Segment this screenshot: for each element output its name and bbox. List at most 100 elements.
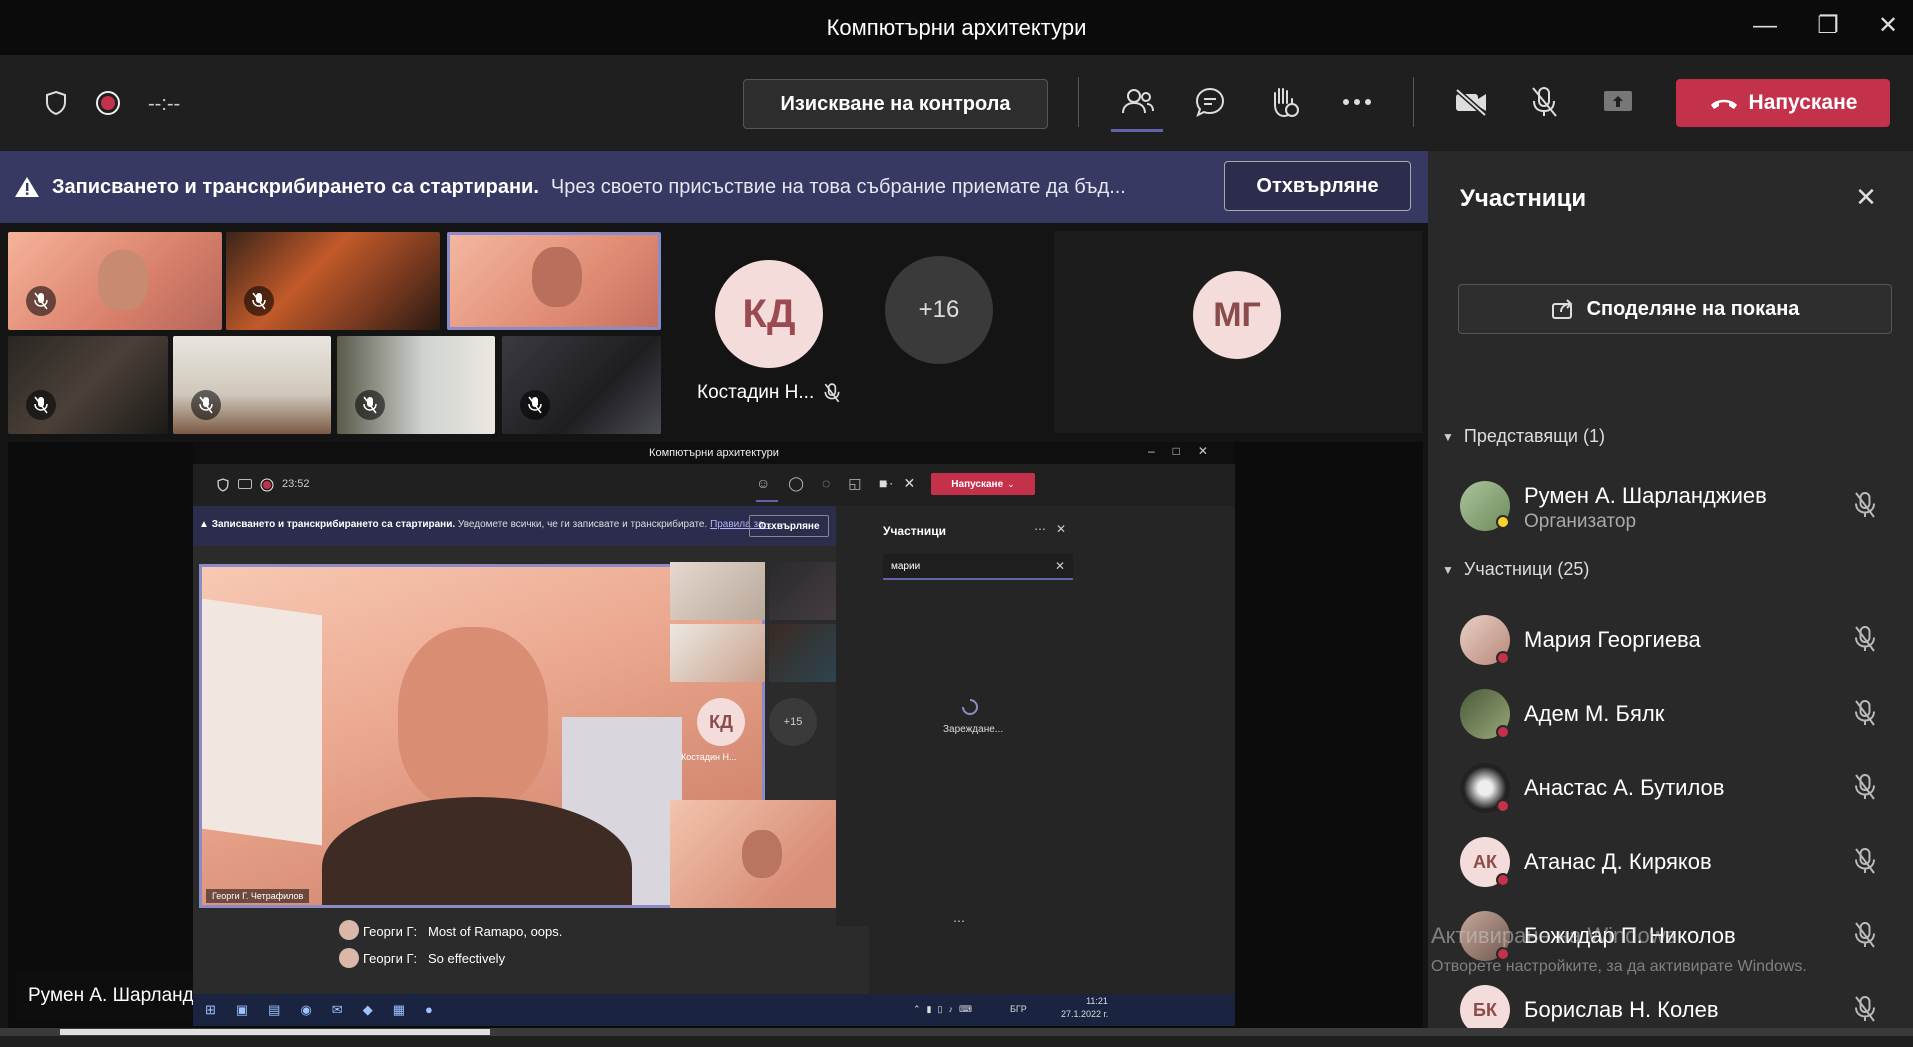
inner-window-title: Компютърни архитектури bbox=[649, 447, 779, 459]
participant-row[interactable]: Адем М. Бялк bbox=[1428, 679, 1913, 751]
close-panel-icon[interactable]: ✕ bbox=[1848, 179, 1884, 215]
video-tile[interactable] bbox=[337, 336, 495, 434]
maximize-button[interactable]: ❐ bbox=[1808, 8, 1848, 44]
participant-name: Мария Георгиева bbox=[1524, 627, 1701, 652]
inner-active-indicator bbox=[756, 500, 778, 502]
camera-off-icon[interactable] bbox=[1448, 79, 1494, 125]
banner-dismiss-button[interactable]: Отхвърляне bbox=[1224, 161, 1411, 211]
microphone-muted-icon bbox=[1855, 492, 1875, 518]
video-tile[interactable] bbox=[502, 336, 661, 434]
participant-row[interactable]: БК Борислав Н. Колев bbox=[1428, 975, 1913, 1047]
microphone-muted-icon bbox=[1855, 996, 1875, 1022]
share-invite-button[interactable]: Споделяне на покана bbox=[1458, 284, 1892, 334]
participants-section-header[interactable]: ▼ Участници (25) bbox=[1442, 559, 1589, 580]
video-tile[interactable] bbox=[173, 336, 331, 434]
shield-icon[interactable] bbox=[40, 87, 72, 119]
avatar bbox=[339, 920, 359, 940]
participants-header-label: Участници (25) bbox=[1463, 559, 1590, 579]
tray-date: 27.1.2022 г. bbox=[1061, 1009, 1109, 1019]
microphone-muted-icon bbox=[1855, 774, 1875, 800]
avatar-kd[interactable]: КД bbox=[715, 260, 823, 368]
panel-title: Участници bbox=[1460, 185, 1587, 212]
toolbar-divider bbox=[1078, 77, 1079, 127]
chat-text: Most of Ramapo, oops. bbox=[427, 924, 563, 939]
more-participants-avatar[interactable]: +16 bbox=[885, 256, 993, 364]
microphone-muted-icon bbox=[520, 390, 550, 420]
participant-name: Румен А. Шарланджиев bbox=[1524, 483, 1767, 508]
activation-watermark-text: Отворете настройките, за да активирате W… bbox=[1431, 958, 1807, 975]
presenter-face bbox=[398, 627, 548, 807]
participant-name: Атанас Д. Киряков bbox=[1524, 849, 1712, 874]
microphone-muted-icon bbox=[1855, 700, 1875, 726]
participant-row[interactable]: Анастас А. Бутилов bbox=[1428, 753, 1913, 825]
close-icon: ✕ bbox=[1055, 559, 1066, 573]
chat-sender: Георги Г: bbox=[363, 951, 418, 966]
presenters-section-header[interactable]: ▼ Представящи (1) bbox=[1442, 426, 1605, 447]
banner-bold-text: Записването и транскрибирането са старти… bbox=[52, 175, 539, 198]
chat-sender: Георги Г: bbox=[363, 924, 418, 939]
inner-kd-name: Костадин Н... bbox=[681, 752, 737, 762]
minimize-button[interactable]: — bbox=[1745, 8, 1785, 44]
avatar bbox=[339, 948, 359, 968]
recording-indicator-icon bbox=[92, 87, 124, 119]
leave-button[interactable]: Напускане bbox=[1676, 79, 1890, 127]
request-control-button[interactable]: Изискване на контрола bbox=[743, 79, 1048, 129]
video-tile[interactable] bbox=[8, 232, 222, 330]
inner-video-tile bbox=[670, 562, 765, 620]
participant-figure bbox=[98, 250, 148, 310]
taskbar-icons: ⊞▣▤◉✉◆▦● bbox=[205, 1002, 453, 1017]
video-tile-avatar[interactable]: МГ bbox=[1054, 231, 1422, 433]
chat-icon[interactable] bbox=[1187, 79, 1233, 125]
more-options-icon[interactable] bbox=[1334, 79, 1380, 125]
chevron-down-icon: ▼ bbox=[1442, 429, 1454, 444]
inner-toolbar: 23:52 ☺◯◌◱⋯ ■✕▣ Напускане ⌄ bbox=[193, 464, 1235, 506]
inner-leave-label: Напускане bbox=[951, 478, 1004, 490]
inner-search-input: марии ✕ bbox=[883, 554, 1073, 580]
presenters-header-label: Представящи (1) bbox=[1463, 426, 1605, 446]
title-bar: Компютърни архитектури — ❐ ✕ bbox=[0, 0, 1913, 55]
horizontal-scrollbar[interactable] bbox=[0, 1028, 1913, 1036]
participant-name: Адем М. Бялк bbox=[1524, 701, 1665, 726]
inner-avatar-kd: КД bbox=[697, 698, 745, 746]
inner-window-controls: –□✕ bbox=[1148, 444, 1226, 458]
inner-banner-bold: Записването и транскрибирането са старти… bbox=[211, 519, 456, 530]
video-tile-active-speaker[interactable] bbox=[447, 232, 661, 330]
inner-title-bar: Компютърни архитектури –□✕ bbox=[193, 442, 1235, 464]
inner-more-avatar: +15 bbox=[769, 698, 817, 746]
participant-row-presenter[interactable]: Румен А. Шарланджиев Организатор bbox=[1428, 471, 1913, 543]
phone-hangup-icon bbox=[1710, 99, 1737, 109]
microphone-muted-icon bbox=[1855, 922, 1875, 948]
participant-name-label: Костадин Н... bbox=[697, 382, 815, 403]
status-dot bbox=[1496, 725, 1510, 739]
share-icon bbox=[1551, 299, 1572, 319]
participant-row[interactable]: АК Атанас Д. Киряков bbox=[1428, 827, 1913, 899]
participants-panel: Участници ✕ Споделяне на покана ▼ Предст… bbox=[1428, 151, 1913, 1036]
away-status-icon bbox=[1496, 515, 1510, 529]
microphone-muted-icon bbox=[355, 390, 385, 420]
close-window-button[interactable]: ✕ bbox=[1868, 8, 1908, 44]
microphone-muted-icon[interactable] bbox=[1521, 79, 1567, 125]
inner-search-value: марии bbox=[891, 561, 921, 572]
share-screen-icon[interactable] bbox=[1595, 79, 1641, 125]
inner-taskbar: ⊞▣▤◉✉◆▦● ⌃▮▯♪⌨ БГР 11:21 27.1.2022 г. bbox=[193, 994, 1235, 1026]
status-dot bbox=[1496, 873, 1510, 887]
inner-video-tile bbox=[670, 624, 765, 682]
window-title: Компютърни архитектури bbox=[826, 15, 1087, 40]
microphone-muted-icon bbox=[26, 390, 56, 420]
inner-dismiss-button: Отхвърляне bbox=[749, 515, 829, 537]
whiteboard bbox=[202, 598, 322, 846]
inner-panel-body: Участници ⋯ ✕ марии ✕ Зареждане... bbox=[869, 506, 1235, 996]
recording-indicator-icon bbox=[260, 478, 274, 492]
toolbar-divider bbox=[1413, 77, 1414, 127]
shared-screen-content: Компютърни архитектури –□✕ 23:52 ☺◯◌◱⋯ ■… bbox=[193, 442, 1235, 1026]
video-tile[interactable] bbox=[8, 336, 168, 434]
meeting-timer: --:-- bbox=[148, 93, 181, 115]
participant-row[interactable]: Мария Георгиева bbox=[1428, 605, 1913, 677]
scrollbar-thumb[interactable] bbox=[60, 1029, 490, 1035]
video-tile[interactable] bbox=[226, 232, 440, 330]
warning-icon bbox=[15, 177, 39, 197]
participants-active-indicator bbox=[1111, 129, 1163, 132]
participants-icon[interactable] bbox=[1115, 79, 1161, 125]
raise-hand-icon[interactable] bbox=[1260, 79, 1306, 125]
